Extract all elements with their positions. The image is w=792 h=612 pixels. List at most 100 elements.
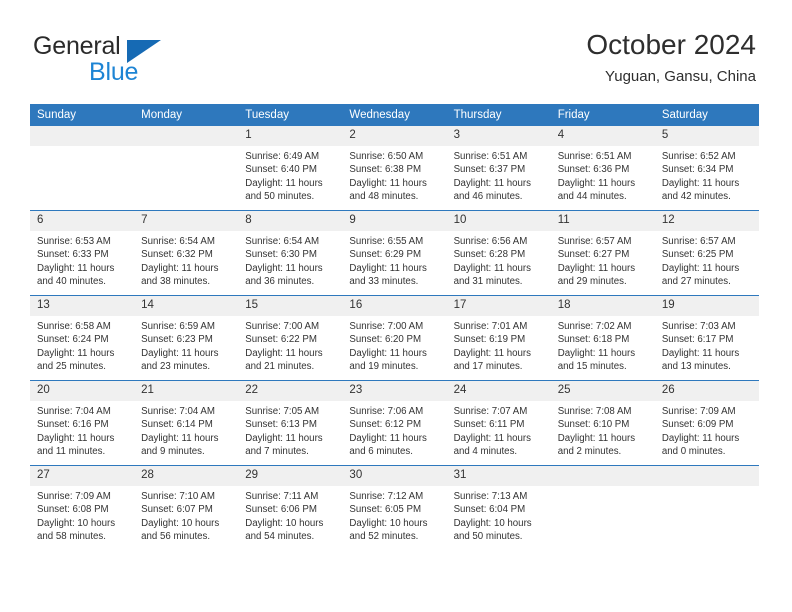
page-title: October 2024: [586, 29, 756, 60]
calendar-day-cell[interactable]: 13 Sunrise: 6:58 AM Sunset: 6:24 PM Dayli…: [30, 295, 135, 381]
calendar-day-cell[interactable]: 29 Sunrise: 7:11 AM Sunset: 6:06 PM Dayli…: [238, 465, 343, 550]
day-sun-details: Sunrise: 7:00 AM Sunset: 6:20 PM Dayligh…: [349, 321, 427, 373]
brand-logo[interactable]: General Blue: [33, 32, 223, 88]
day-number: [550, 466, 655, 486]
day-number: 5: [654, 126, 759, 146]
day-sun-details: Sunrise: 6:57 AM Sunset: 6:27 PM Dayligh…: [557, 236, 636, 288]
day-sun-details: Sunrise: 7:06 AM Sunset: 6:12 PM Dayligh…: [349, 406, 427, 458]
day-sun-details: Sunrise: 6:52 AM Sunset: 6:34 PM Dayligh…: [661, 151, 740, 203]
day-number: 28: [134, 466, 239, 486]
calendar-day-cell-empty: [30, 126, 135, 211]
calendar-day-cell[interactable]: 27 Sunrise: 7:09 AM Sunset: 6:08 PM Dayli…: [30, 465, 135, 550]
calendar-day-cell[interactable]: 3 Sunrise: 6:51 AM Sunset: 6:37 PM Daylig…: [446, 126, 551, 211]
day-sun-details: Sunrise: 7:09 AM Sunset: 6:09 PM Dayligh…: [661, 406, 740, 458]
calendar-day-cell[interactable]: 11 Sunrise: 6:57 AM Sunset: 6:27 PM Dayli…: [550, 210, 655, 296]
day-number: 11: [550, 211, 655, 231]
day-sun-details: Sunrise: 6:59 AM Sunset: 6:23 PM Dayligh…: [141, 321, 219, 373]
calendar-day-cell[interactable]: 2 Sunrise: 6:50 AM Sunset: 6:38 PM Daylig…: [342, 126, 447, 211]
day-number: [134, 126, 239, 146]
day-number: 30: [342, 466, 447, 486]
day-sun-details: Sunrise: 7:13 AM Sunset: 6:04 PM Dayligh…: [453, 491, 532, 543]
calendar-day-cell[interactable]: 18 Sunrise: 7:02 AM Sunset: 6:18 PM Dayli…: [550, 295, 655, 381]
calendar-day-cell[interactable]: 23 Sunrise: 7:06 AM Sunset: 6:12 PM Dayli…: [342, 380, 447, 466]
day-number: [30, 126, 135, 146]
calendar-day-cell[interactable]: 24 Sunrise: 7:07 AM Sunset: 6:11 PM Dayli…: [446, 380, 551, 466]
day-sun-details: Sunrise: 6:54 AM Sunset: 6:30 PM Dayligh…: [245, 236, 323, 288]
day-sun-details: Sunrise: 7:04 AM Sunset: 6:14 PM Dayligh…: [141, 406, 219, 458]
calendar-day-cell[interactable]: 26 Sunrise: 7:09 AM Sunset: 6:09 PM Dayli…: [654, 380, 759, 466]
calendar-day-cell[interactable]: 28 Sunrise: 7:10 AM Sunset: 6:07 PM Dayli…: [134, 465, 239, 550]
calendar-day-cell-empty: [654, 465, 759, 550]
calendar-day-cell[interactable]: 10 Sunrise: 6:56 AM Sunset: 6:28 PM Dayli…: [446, 210, 551, 296]
day-number: 15: [238, 296, 343, 316]
day-sun-details: Sunrise: 6:55 AM Sunset: 6:29 PM Dayligh…: [349, 236, 427, 288]
day-number: 18: [550, 296, 655, 316]
calendar-day-cell[interactable]: 15 Sunrise: 7:00 AM Sunset: 6:22 PM Dayli…: [238, 295, 343, 381]
day-sun-details: Sunrise: 6:49 AM Sunset: 6:40 PM Dayligh…: [245, 151, 323, 203]
calendar-day-cell-empty: [134, 126, 239, 211]
calendar-day-cell[interactable]: 30 Sunrise: 7:12 AM Sunset: 6:05 PM Dayli…: [342, 465, 447, 550]
day-number: 12: [654, 211, 759, 231]
day-sun-details: Sunrise: 7:07 AM Sunset: 6:11 PM Dayligh…: [453, 406, 531, 458]
calendar-day-cell[interactable]: 22 Sunrise: 7:05 AM Sunset: 6:13 PM Dayli…: [238, 380, 343, 466]
day-number: 9: [342, 211, 447, 231]
day-number: 3: [446, 126, 551, 146]
calendar-day-cell[interactable]: 1 Sunrise: 6:49 AM Sunset: 6:40 PM Daylig…: [238, 126, 343, 211]
calendar-day-cell[interactable]: 25 Sunrise: 7:08 AM Sunset: 6:10 PM Dayli…: [550, 380, 655, 466]
calendar-week-row: 1 Sunrise: 6:49 AM Sunset: 6:40 PM Daylig…: [30, 126, 759, 211]
day-number: 13: [30, 296, 135, 316]
day-sun-details: Sunrise: 7:05 AM Sunset: 6:13 PM Dayligh…: [245, 406, 323, 458]
day-number: 19: [654, 296, 759, 316]
weekday-header-wednesday: Wednesday: [342, 104, 447, 126]
calendar-day-cell[interactable]: 6 Sunrise: 6:53 AM Sunset: 6:33 PM Daylig…: [30, 210, 135, 296]
day-number: 24: [446, 381, 551, 401]
day-sun-details: Sunrise: 6:51 AM Sunset: 6:37 PM Dayligh…: [453, 151, 531, 203]
calendar-day-cell[interactable]: 21 Sunrise: 7:04 AM Sunset: 6:14 PM Dayli…: [134, 380, 239, 466]
day-sun-details: Sunrise: 7:00 AM Sunset: 6:22 PM Dayligh…: [245, 321, 323, 373]
calendar-week-row: 20 Sunrise: 7:04 AM Sunset: 6:16 PM Dayli…: [30, 380, 759, 466]
day-sun-details: Sunrise: 6:57 AM Sunset: 6:25 PM Dayligh…: [661, 236, 740, 288]
calendar-day-cell[interactable]: 7 Sunrise: 6:54 AM Sunset: 6:32 PM Daylig…: [134, 210, 239, 296]
calendar-day-cell[interactable]: 8 Sunrise: 6:54 AM Sunset: 6:30 PM Daylig…: [238, 210, 343, 296]
day-sun-details: Sunrise: 7:12 AM Sunset: 6:05 PM Dayligh…: [349, 491, 428, 543]
weekday-header-tuesday: Tuesday: [238, 104, 343, 126]
day-sun-details: Sunrise: 6:50 AM Sunset: 6:38 PM Dayligh…: [349, 151, 427, 203]
day-sun-details: Sunrise: 6:58 AM Sunset: 6:24 PM Dayligh…: [37, 321, 115, 373]
calendar-table: Sunday Monday Tuesday Wednesday Thursday…: [30, 104, 759, 550]
calendar-day-cell[interactable]: 20 Sunrise: 7:04 AM Sunset: 6:16 PM Dayli…: [30, 380, 135, 466]
title-block: October 2024 Yuguan, Gansu, China: [586, 28, 756, 87]
calendar-week-row: 27 Sunrise: 7:09 AM Sunset: 6:08 PM Dayli…: [30, 465, 759, 550]
calendar-day-cell[interactable]: 19 Sunrise: 7:03 AM Sunset: 6:17 PM Dayli…: [654, 295, 759, 381]
day-number: 10: [446, 211, 551, 231]
calendar-day-cell[interactable]: 9 Sunrise: 6:55 AM Sunset: 6:29 PM Daylig…: [342, 210, 447, 296]
day-number: 31: [446, 466, 551, 486]
day-sun-details: Sunrise: 6:53 AM Sunset: 6:33 PM Dayligh…: [37, 236, 115, 288]
weekday-header-sunday: Sunday: [30, 104, 135, 126]
weekday-header-row: Sunday Monday Tuesday Wednesday Thursday…: [30, 104, 759, 126]
day-number: 14: [134, 296, 239, 316]
weekday-header-monday: Monday: [134, 104, 239, 126]
day-number: 25: [550, 381, 655, 401]
day-number: [654, 466, 759, 486]
calendar-day-cell[interactable]: 16 Sunrise: 7:00 AM Sunset: 6:20 PM Dayli…: [342, 295, 447, 381]
page-subtitle: Yuguan, Gansu, China: [605, 68, 756, 85]
calendar-day-cell[interactable]: 12 Sunrise: 6:57 AM Sunset: 6:25 PM Dayli…: [654, 210, 759, 296]
calendar-day-cell[interactable]: 5 Sunrise: 6:52 AM Sunset: 6:34 PM Daylig…: [654, 126, 759, 211]
calendar-day-cell[interactable]: 31 Sunrise: 7:13 AM Sunset: 6:04 PM Dayli…: [446, 465, 551, 550]
calendar-day-cell[interactable]: 14 Sunrise: 6:59 AM Sunset: 6:23 PM Dayli…: [134, 295, 239, 381]
day-sun-details: Sunrise: 7:11 AM Sunset: 6:06 PM Dayligh…: [245, 491, 324, 543]
day-number: 26: [654, 381, 759, 401]
day-number: 16: [342, 296, 447, 316]
day-number: 29: [238, 466, 343, 486]
calendar-day-cell-empty: [550, 465, 655, 550]
calendar-day-cell[interactable]: 4 Sunrise: 6:51 AM Sunset: 6:36 PM Daylig…: [550, 126, 655, 211]
day-sun-details: Sunrise: 6:56 AM Sunset: 6:28 PM Dayligh…: [453, 236, 531, 288]
day-number: 22: [238, 381, 343, 401]
page-header: General Blue October 2024 Yuguan, Gansu,…: [0, 0, 792, 100]
day-number: 2: [342, 126, 447, 146]
day-sun-details: Sunrise: 7:01 AM Sunset: 6:19 PM Dayligh…: [453, 321, 531, 373]
day-number: 4: [550, 126, 655, 146]
day-number: 23: [342, 381, 447, 401]
calendar-day-cell[interactable]: 17 Sunrise: 7:01 AM Sunset: 6:19 PM Dayli…: [446, 295, 551, 381]
weekday-header-saturday: Saturday: [654, 104, 759, 126]
